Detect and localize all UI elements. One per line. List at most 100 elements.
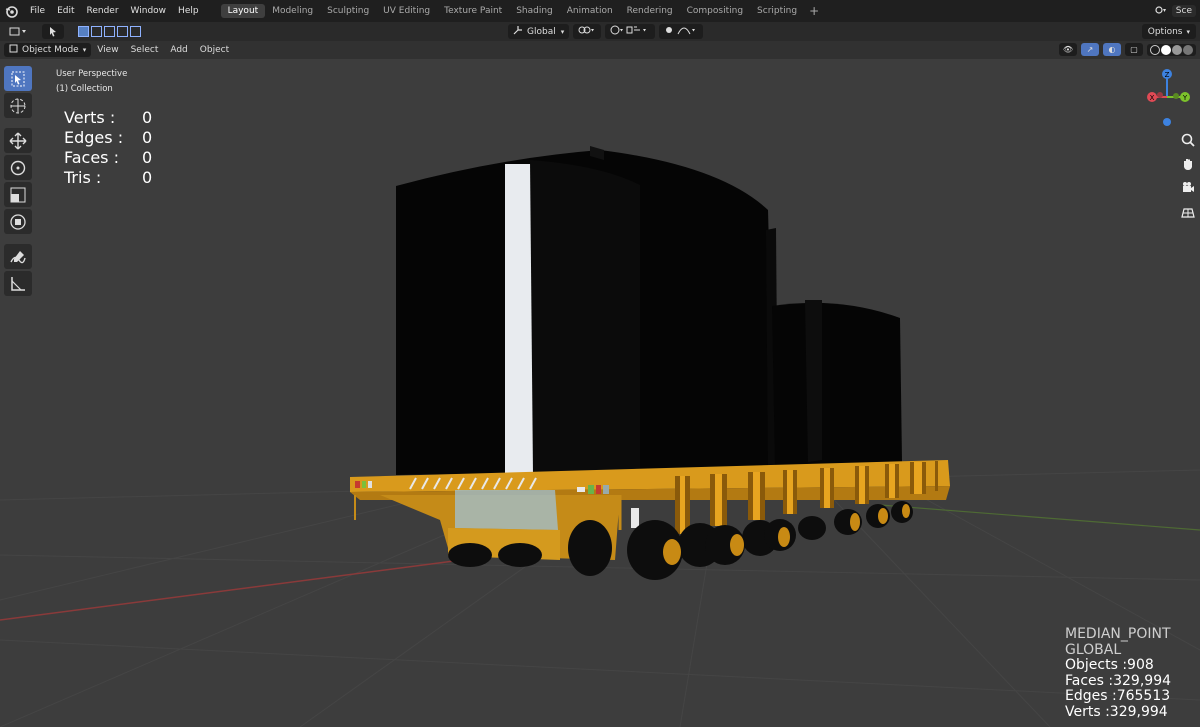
toolbar-separator xyxy=(4,120,34,126)
orientation-label: Global xyxy=(527,26,556,37)
move-icon[interactable] xyxy=(4,128,32,153)
stat-row: Edges : 0 xyxy=(64,128,152,148)
transform-icon[interactable] xyxy=(4,209,32,234)
selection-mode-group xyxy=(78,26,141,37)
add-workspace-button[interactable]: + xyxy=(804,4,824,18)
measure-icon[interactable] xyxy=(4,271,32,296)
blender-window: File Edit Render Window Help Layout Mode… xyxy=(0,0,1200,727)
snap-icon xyxy=(610,25,650,38)
stat-value: 0 xyxy=(142,168,153,187)
shading-mode-group xyxy=(1147,43,1196,56)
blender-logo-icon[interactable] xyxy=(4,4,18,18)
options-label: Options xyxy=(1147,26,1183,37)
stat-label: Faces : xyxy=(64,148,119,167)
select-intersect-icon[interactable] xyxy=(130,26,141,37)
wireframe-shading-icon[interactable] xyxy=(1150,44,1160,55)
edges-count: Edges :765513 xyxy=(1065,688,1171,704)
rotate-icon[interactable] xyxy=(4,155,32,180)
stat-row: Tris : 0 xyxy=(64,168,152,188)
tab-shading[interactable]: Shading xyxy=(509,4,560,18)
gizmo-toggle-icon[interactable]: ↗ xyxy=(1081,43,1099,56)
mode-dropdown[interactable]: Object Mode ▾ xyxy=(4,43,92,57)
y-axis-label: Y xyxy=(1182,94,1188,102)
proportional-edit-icon xyxy=(664,25,698,38)
ortho-grid-icon[interactable] xyxy=(1177,202,1199,222)
stat-row: Verts : 0 xyxy=(64,108,152,128)
verts-count: Verts :329,994 xyxy=(1065,703,1168,720)
tab-animation[interactable]: Animation xyxy=(560,4,620,18)
tool-shelf xyxy=(4,66,34,296)
stat-value: 0 xyxy=(142,148,153,167)
zoom-icon[interactable] xyxy=(1177,130,1199,150)
orientation-icon xyxy=(513,25,523,38)
overlay-toggle-icon[interactable]: ◐ xyxy=(1103,43,1121,56)
select-subtract-icon[interactable] xyxy=(104,26,115,37)
visibility-icon[interactable]: 👁 xyxy=(1059,43,1077,56)
cursor-select-icon[interactable] xyxy=(4,66,32,91)
mode-label: Object Mode xyxy=(22,45,79,55)
x-axis-label: X xyxy=(1150,94,1155,102)
select-extend-icon[interactable] xyxy=(91,26,102,37)
camera-icon[interactable] xyxy=(1177,178,1199,198)
menu-edit[interactable]: Edit xyxy=(51,6,80,16)
active-tool-icon[interactable] xyxy=(42,24,64,39)
snap-dropdown[interactable] xyxy=(605,24,656,39)
tab-rendering[interactable]: Rendering xyxy=(620,4,680,18)
pivot-dropdown[interactable] xyxy=(573,24,602,39)
menu-render[interactable]: Render xyxy=(81,6,125,16)
tab-texture-paint[interactable]: Texture Paint xyxy=(437,4,509,18)
3d-cursor-icon[interactable] xyxy=(4,93,32,118)
material-shading-icon[interactable] xyxy=(1172,44,1182,55)
annotate-icon[interactable] xyxy=(4,244,32,269)
stat-value: 0 xyxy=(142,128,153,147)
proportional-edit[interactable] xyxy=(659,24,704,39)
menu-view[interactable]: View xyxy=(91,45,124,55)
hand-icon[interactable] xyxy=(1177,154,1199,174)
stat-label: Verts : xyxy=(64,108,116,127)
xray-toggle-icon[interactable]: ▢ xyxy=(1125,43,1143,56)
chevron-down-icon: ▾ xyxy=(560,27,565,36)
viewport-header: Object Mode ▾ View Select Add Object 👁 ↗… xyxy=(0,41,1200,59)
select-invert-icon[interactable] xyxy=(117,26,128,37)
editor-type-icon[interactable] xyxy=(6,24,30,39)
stat-label: Tris : xyxy=(64,168,102,187)
solid-shading-icon[interactable] xyxy=(1161,44,1171,55)
navigation-gizmo[interactable]: X Y Z xyxy=(1140,64,1196,126)
top-menu-bar: File Edit Render Window Help Layout Mode… xyxy=(0,0,1200,22)
neg-y-axis-handle[interactable] xyxy=(1173,93,1179,99)
menu-file[interactable]: File xyxy=(24,6,51,16)
tab-layout[interactable]: Layout xyxy=(220,4,266,18)
scale-icon[interactable] xyxy=(4,182,32,207)
tool-settings-header: Global ▾ Options ▾ xyxy=(0,22,1200,41)
scene-statistics: MEDIAN_POINT GLOBAL Objects :908 Faces :… xyxy=(1065,626,1171,720)
stat-value: 0 xyxy=(142,108,153,127)
scene-icon[interactable] xyxy=(1154,5,1168,18)
chevron-down-icon: ▾ xyxy=(1186,27,1190,36)
3d-viewport[interactable] xyxy=(0,59,1200,727)
menu-help[interactable]: Help xyxy=(172,6,205,16)
object-mode-icon xyxy=(9,44,18,56)
stat-row: Faces : 0 xyxy=(64,148,152,168)
objects-count: Objects :908 xyxy=(1065,657,1154,673)
options-dropdown[interactable]: Options ▾ xyxy=(1141,24,1196,39)
rendered-shading-icon[interactable] xyxy=(1183,44,1193,55)
tank-large xyxy=(396,146,775,476)
select-new-icon[interactable] xyxy=(78,26,89,37)
neg-x-axis-handle[interactable] xyxy=(1157,92,1163,98)
z-axis-label: Z xyxy=(1165,71,1170,79)
scene-name[interactable]: Sce xyxy=(1171,5,1196,17)
orientation-dropdown[interactable]: Global ▾ xyxy=(508,24,570,39)
tab-scripting[interactable]: Scripting xyxy=(750,4,804,18)
tab-sculpting[interactable]: Sculpting xyxy=(320,4,376,18)
pivot-icon xyxy=(578,25,596,38)
viewport-display-controls: 👁 ↗ ◐ ▢ xyxy=(1059,43,1196,56)
menu-select[interactable]: Select xyxy=(125,45,165,55)
menu-window[interactable]: Window xyxy=(125,6,173,16)
tab-uv-editing[interactable]: UV Editing xyxy=(376,4,437,18)
menu-object[interactable]: Object xyxy=(194,45,235,55)
tab-modeling[interactable]: Modeling xyxy=(265,4,320,18)
neg-z-axis-handle[interactable] xyxy=(1163,118,1171,126)
menu-add[interactable]: Add xyxy=(164,45,193,55)
tab-compositing[interactable]: Compositing xyxy=(680,4,750,18)
workspace-tabs: Layout Modeling Sculpting UV Editing Tex… xyxy=(220,3,825,19)
